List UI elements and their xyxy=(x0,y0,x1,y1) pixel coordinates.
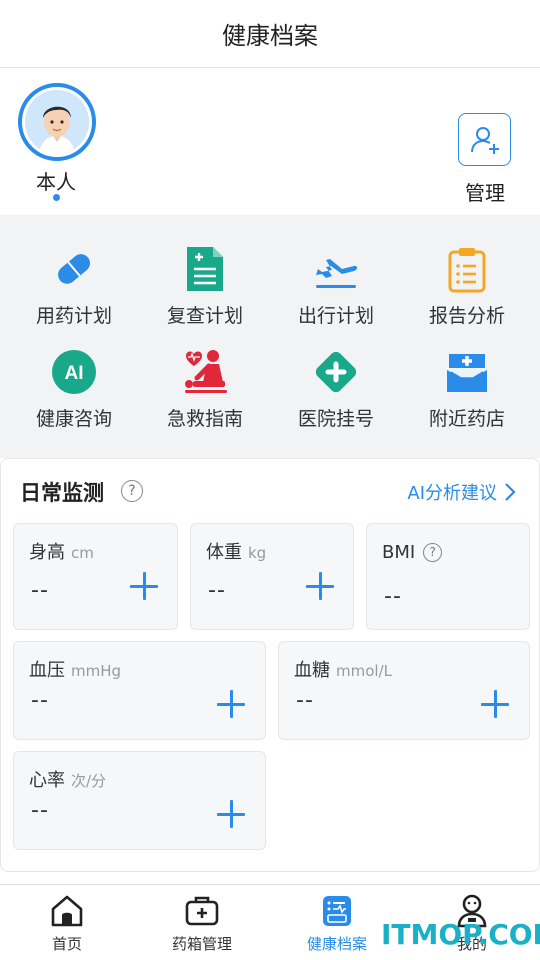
daily-monitor-panel: 日常监测 ? AI分析建议 身高 cm -- 体重 kg -- BMI? -- 血压… xyxy=(0,458,540,872)
page-title: 健康档案 xyxy=(222,22,318,50)
metric-value: -- xyxy=(296,688,314,713)
ai-icon-text: AI xyxy=(65,363,84,384)
travel-plan-tile[interactable]: 出行计划 xyxy=(276,245,396,341)
user-avatar-icon xyxy=(25,90,89,154)
metric-unit: mmol/L xyxy=(336,662,392,680)
tab-health-record[interactable]: 健康档案 xyxy=(287,893,387,954)
metric-value: -- xyxy=(31,578,49,603)
height-card[interactable]: 身高 cm -- xyxy=(13,523,178,630)
document-icon xyxy=(181,245,229,293)
feature-label: 复查计划 xyxy=(166,305,243,327)
avatar xyxy=(25,90,89,154)
tab-label: 健康档案 xyxy=(306,935,367,953)
feature-label: 用药计划 xyxy=(35,305,112,327)
health-consult-tile[interactable]: AI 健康咨询 xyxy=(14,348,134,444)
manage-button[interactable] xyxy=(458,113,511,166)
weight-card[interactable]: 体重 kg -- xyxy=(190,523,354,630)
nearby-pharmacy-tile[interactable]: 附近药店 xyxy=(407,348,527,444)
feature-label: 急救指南 xyxy=(166,408,243,430)
ai-icon: AI xyxy=(50,348,98,396)
metric-name: 体重 xyxy=(206,542,242,563)
add-blood-pressure-button[interactable] xyxy=(217,690,245,718)
metric-value: -- xyxy=(31,798,49,823)
feature-label: 报告分析 xyxy=(428,305,505,327)
feature-label: 附近药店 xyxy=(428,408,505,430)
profile-section: 本人 管理 xyxy=(0,69,540,215)
manage-label[interactable]: 管理 xyxy=(452,177,518,206)
metric-unit: cm xyxy=(71,544,94,562)
selected-indicator xyxy=(53,194,60,201)
add-blood-sugar-button[interactable] xyxy=(481,690,509,718)
blood-pressure-card[interactable]: 血压 mmHg -- xyxy=(13,641,266,740)
feature-label: 出行计划 xyxy=(297,305,374,327)
metric-value: -- xyxy=(31,688,49,713)
tab-medicine-box[interactable]: 药箱管理 xyxy=(152,893,252,954)
add-height-button[interactable] xyxy=(130,572,158,600)
feature-label: 医院挂号 xyxy=(297,408,374,430)
ai-analysis-link[interactable]: AI分析建议 xyxy=(407,479,517,505)
help-icon[interactable]: ? xyxy=(423,542,443,562)
feature-label: 健康咨询 xyxy=(35,408,112,430)
hospital-register-tile[interactable]: 医院挂号 xyxy=(276,348,396,444)
health-record-icon xyxy=(319,893,355,929)
metric-name: 身高 xyxy=(29,542,65,563)
airplane-icon xyxy=(312,245,360,293)
chevron-right-icon xyxy=(505,483,516,501)
first-aid-tile[interactable]: 急救指南 xyxy=(145,348,265,444)
report-analysis-tile[interactable]: 报告分析 xyxy=(407,245,527,341)
recheck-plan-tile[interactable]: 复查计划 xyxy=(145,245,265,341)
first-aid-cpr-icon xyxy=(181,348,229,396)
ai-analysis-label: AI分析建议 xyxy=(407,483,497,504)
bmi-card[interactable]: BMI? -- xyxy=(366,523,530,630)
medication-plan-tile[interactable]: 用药计划 xyxy=(14,245,134,341)
metric-unit: mmHg xyxy=(71,662,122,680)
pill-icon xyxy=(50,245,98,293)
tab-label: 首页 xyxy=(51,935,82,953)
member-name[interactable]: 本人 xyxy=(24,166,88,195)
metric-name: BMI xyxy=(382,542,416,563)
add-weight-button[interactable] xyxy=(306,572,334,600)
metric-name: 心率 xyxy=(29,770,65,791)
clipboard-icon xyxy=(443,245,491,293)
top-bar: 健康档案 xyxy=(0,0,540,68)
metric-value: -- xyxy=(208,578,226,603)
add-heart-rate-button[interactable] xyxy=(217,800,245,828)
feature-grid: 用药计划 复查计划 出行计划 报告分析 AI 健康咨询 急救指南 医院挂号 附近… xyxy=(0,215,540,458)
home-icon xyxy=(49,893,85,929)
tab-label: 药箱管理 xyxy=(171,935,232,953)
add-person-icon xyxy=(470,126,499,154)
tab-home[interactable]: 首页 xyxy=(17,893,117,954)
watermark: ITMOP.COM xyxy=(381,918,540,951)
monitor-title: 日常监测 xyxy=(20,481,104,505)
help-icon[interactable]: ? xyxy=(121,480,143,502)
pharmacy-icon xyxy=(443,348,491,396)
medicine-box-icon xyxy=(184,893,220,929)
metric-name: 血压 xyxy=(29,660,65,681)
metric-name: 血糖 xyxy=(294,660,330,681)
member-avatar[interactable] xyxy=(18,83,96,161)
metric-unit: kg xyxy=(248,544,267,562)
heart-rate-card[interactable]: 心率 次/分 -- xyxy=(13,751,266,850)
blood-sugar-card[interactable]: 血糖 mmol/L -- xyxy=(278,641,530,740)
metric-value: -- xyxy=(384,584,402,609)
hospital-cross-icon xyxy=(312,348,360,396)
metric-unit: 次/分 xyxy=(71,772,107,790)
